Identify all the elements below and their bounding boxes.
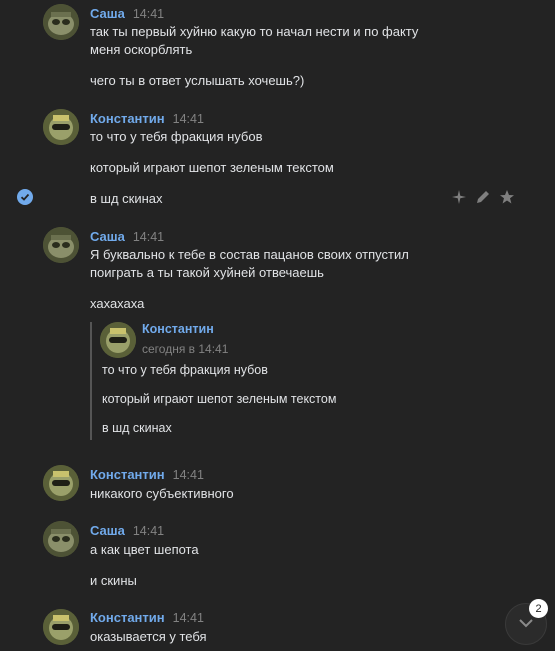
avatar[interactable] [43,465,79,501]
message-text: оказывается у тебя [90,629,207,644]
quote-bar [90,322,92,440]
message-text: чего ты в ответ услышать хочешь?) [90,73,305,88]
message-text: так ты первый хуйню какую то начал нести… [90,24,419,39]
avatar [100,322,136,358]
message-text: в шд скинах [90,191,163,206]
message-time: 14:41 [172,611,204,625]
message-text: который играют шепот зеленым текстом [90,160,334,175]
reply-quote[interactable]: Константин сегодня в 14:41 то что у тебя… [90,320,510,440]
star-icon[interactable] [499,189,515,205]
author-name[interactable]: Саша 14:41 [90,6,164,21]
message-time: 14:41 [132,7,165,21]
message-time: 14:41 [172,468,204,482]
avatar[interactable] [43,4,79,40]
message-text: меня оскорблять [90,42,193,57]
author-name[interactable]: Саша 14:41 [90,229,164,244]
chevron-down-icon [517,614,535,635]
message-text: то что у тебя фракция нубов [90,129,263,144]
message-text: и скины [90,573,137,588]
message-time: 14:41 [132,230,165,244]
message-text: а как цвет шепота [90,542,199,557]
reply-date: сегодня в 14:41 [142,342,229,356]
reply-text: в шд скинах [102,421,172,435]
reply-text: то что у тебя фракция нубов [102,363,268,377]
unread-badge: 2 [529,599,548,618]
sparkle-icon[interactable] [451,189,467,205]
author-name[interactable]: Константин 14:41 [90,467,204,482]
checkmark-icon[interactable] [17,189,33,205]
message-text: никакого субъективного [90,486,234,501]
message-text: поиграть а ты такой хуйней отвечаешь [90,265,324,280]
message-actions [451,189,515,205]
avatar[interactable] [43,609,79,645]
reply-text: который играют шепот зеленым текстом [102,392,337,406]
avatar[interactable] [43,227,79,263]
avatar[interactable] [43,521,79,557]
author-name[interactable]: Константин 14:41 [90,111,204,126]
author-name[interactable]: Саша 14:41 [90,523,164,538]
message-text: хахахаха [90,296,145,311]
message-time: 14:41 [132,524,165,538]
pencil-icon[interactable] [475,189,491,205]
message-time: 14:41 [172,112,204,126]
reply-author[interactable]: Константин [142,322,214,336]
message-text: Я буквально к тебе в состав пацанов свои… [90,247,409,262]
author-name[interactable]: Константин 14:41 [90,610,204,625]
avatar[interactable] [43,109,79,145]
